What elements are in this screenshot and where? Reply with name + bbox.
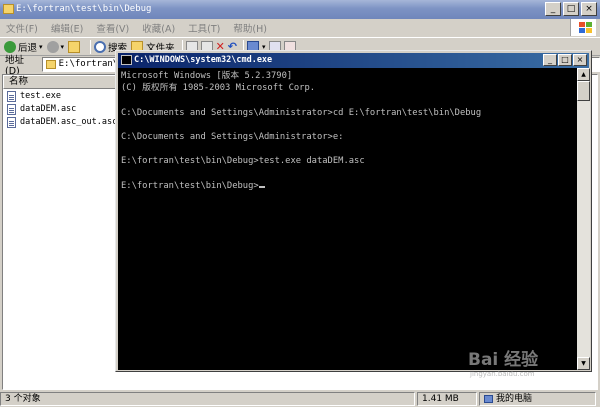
my-computer-icon	[484, 395, 493, 403]
back-arrow-icon	[4, 40, 16, 53]
toolbar-separator	[90, 39, 92, 54]
text-file-icon	[7, 103, 16, 115]
menu-edit[interactable]: 编辑(E)	[51, 21, 83, 35]
watermark-logo: Bai 经验	[468, 350, 539, 370]
chevron-down-icon: ▾	[39, 42, 43, 51]
list-item[interactable]: test.exe	[7, 90, 61, 102]
explorer-title-bar[interactable]: E:\fortran\test\bin\Debug _ □ ×	[0, 0, 600, 19]
up-folder-button[interactable]	[68, 38, 83, 55]
cmd-minimize-button[interactable]: _	[543, 54, 557, 66]
menu-file[interactable]: 文件(F)	[6, 21, 38, 35]
menu-help[interactable]: 帮助(H)	[233, 21, 267, 35]
forward-button[interactable]: ▾	[46, 38, 65, 55]
cmd-title: C:\WINDOWS\system32\cmd.exe	[134, 55, 273, 65]
console-line: E:\fortran\test\bin\Debug>test.exe dataD…	[121, 156, 365, 167]
explorer-title: E:\fortran\test\bin\Debug	[16, 4, 152, 14]
windows-logo-icon	[570, 19, 596, 36]
status-location: 我的电脑	[479, 392, 596, 406]
console-line: C:\Documents and Settings\Administrator>…	[121, 132, 344, 143]
console-line: (C) 版权所有 1985-2003 Microsoft Corp.	[121, 83, 316, 94]
console-line: C:\Documents and Settings\Administrator>…	[121, 107, 482, 118]
minimize-button[interactable]: _	[545, 2, 561, 16]
file-name: test.exe	[20, 91, 61, 101]
up-folder-icon	[68, 40, 81, 53]
scroll-thumb[interactable]	[577, 81, 590, 101]
watermark-url: jingyan.baidu.com	[470, 370, 535, 378]
console-prompt-line: E:\fortran\test\bin\Debug>	[121, 180, 574, 192]
cmd-close-button[interactable]: ×	[573, 54, 587, 66]
menu-bar: 文件(F) 编辑(E) 查看(V) 收藏(A) 工具(T) 帮助(H)	[0, 19, 600, 36]
folder-icon	[45, 60, 56, 69]
exe-file-icon	[7, 90, 16, 102]
console-output[interactable]: Microsoft Windows [版本 5.2.3790] (C) 版权所有 …	[118, 68, 577, 370]
cmd-title-bar[interactable]: C:\WINDOWS\system32\cmd.exe _ □ ×	[118, 53, 589, 68]
console-icon	[121, 55, 132, 65]
console-line: Microsoft Windows [版本 5.2.3790]	[121, 71, 293, 81]
scroll-up-button[interactable]: ▲	[577, 68, 590, 81]
cmd-maximize-button[interactable]: □	[558, 54, 572, 66]
scroll-down-button[interactable]: ▼	[577, 357, 590, 370]
list-item[interactable]: dataDEM.asc_out.asc	[7, 116, 117, 128]
menu-favorites[interactable]: 收藏(A)	[142, 21, 175, 35]
status-bar: 3 个对象 1.41 MB 我的电脑	[0, 391, 600, 407]
console-scrollbar[interactable]: ▲ ▼	[577, 68, 590, 370]
status-object-count: 3 个对象	[0, 392, 415, 406]
close-button[interactable]: ×	[581, 2, 597, 16]
console-prompt: E:\fortran\test\bin\Debug>	[121, 180, 259, 191]
maximize-button[interactable]: □	[563, 2, 579, 16]
file-name: dataDEM.asc	[20, 104, 77, 114]
status-size: 1.41 MB	[417, 392, 477, 406]
folder-icon	[3, 4, 14, 14]
cmd-window[interactable]: C:\WINDOWS\system32\cmd.exe _ □ × Micros…	[115, 50, 592, 372]
search-icon	[94, 40, 107, 53]
text-cursor	[258, 185, 265, 188]
text-file-icon	[7, 116, 16, 128]
menu-tools[interactable]: 工具(T)	[188, 21, 220, 35]
chevron-down-icon: ▾	[60, 42, 65, 51]
list-item[interactable]: dataDEM.asc	[7, 103, 76, 115]
file-name: dataDEM.asc_out.asc	[20, 117, 118, 127]
forward-arrow-icon	[46, 40, 59, 53]
menu-view[interactable]: 查看(V)	[96, 21, 129, 35]
